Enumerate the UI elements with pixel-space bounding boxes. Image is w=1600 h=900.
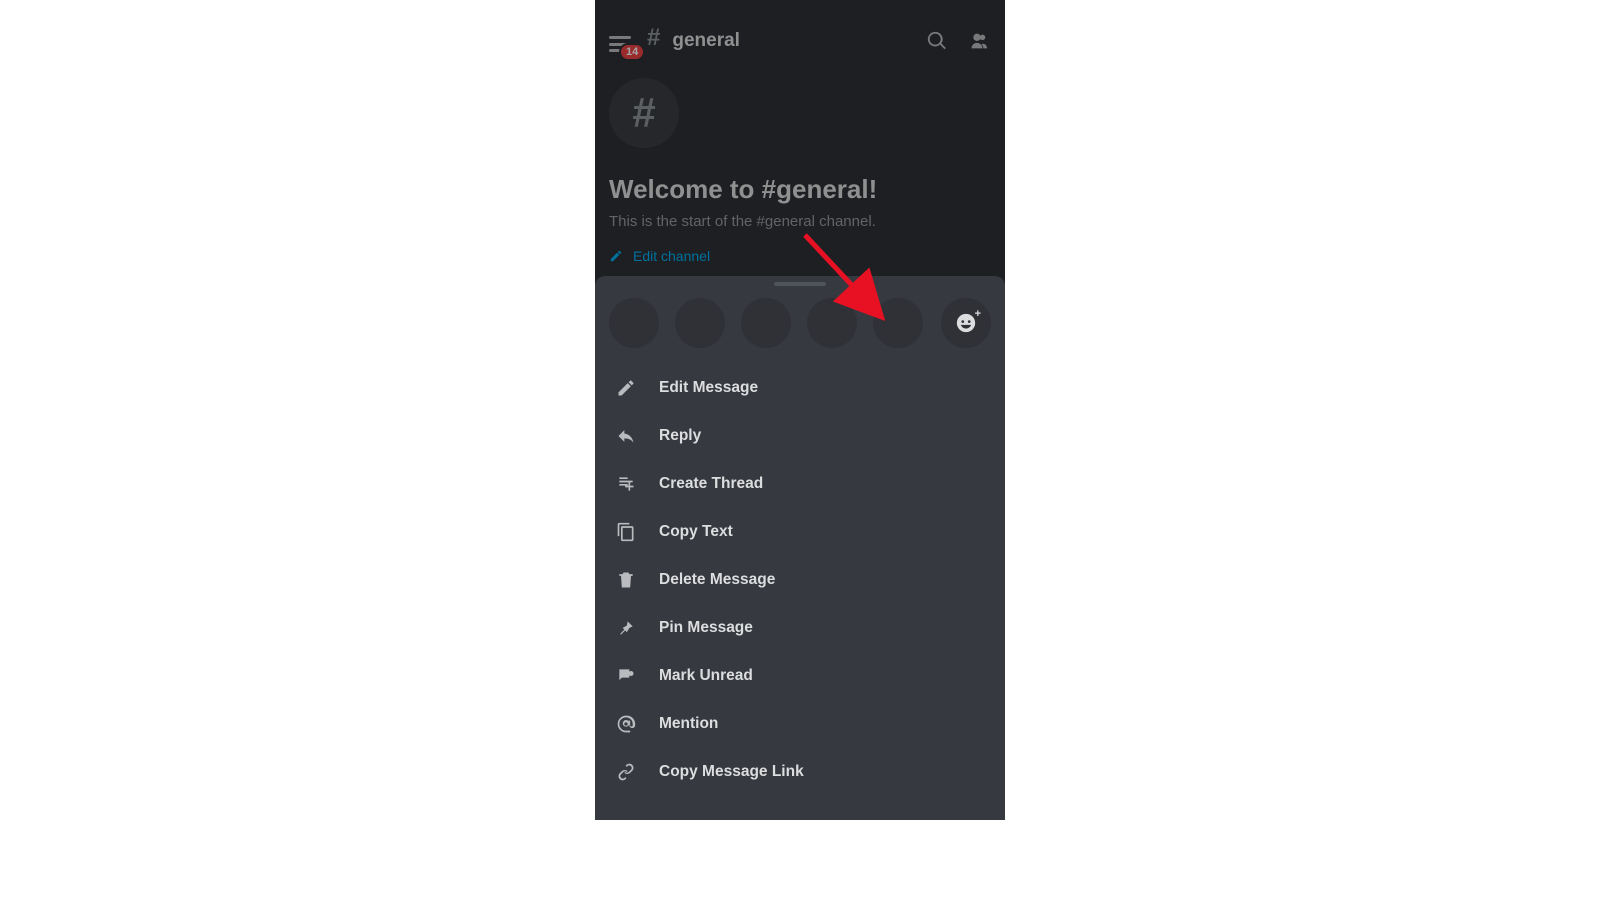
channel-hash-avatar: # [609,78,679,148]
reaction-slot[interactable] [873,298,923,348]
message-context-sheet: + Edit Message Reply Create Thread Copy Tex… [595,276,1005,820]
menu-item-copy-link[interactable]: Copy Message Link [595,748,1005,796]
context-menu-list: Edit Message Reply Create Thread Copy Text D… [595,364,1005,796]
menu-item-label: Create Thread [659,475,763,493]
channel-title[interactable]: general [672,30,911,52]
menu-item-delete-message[interactable]: Delete Message [595,556,1005,604]
menu-item-label: Pin Message [659,619,753,637]
edit-message-icon [615,378,637,398]
add-reaction-button[interactable]: + [941,298,991,348]
menu-item-label: Mention [659,715,718,733]
menu-item-mention[interactable]: Mention [595,700,1005,748]
pencil-icon [609,249,623,263]
notification-badge: 14 [619,43,645,61]
search-icon[interactable] [923,30,951,52]
menu-item-label: Edit Message [659,379,758,397]
menu-item-pin-message[interactable]: Pin Message [595,604,1005,652]
plus-icon: + [975,308,981,320]
welcome-title: Welcome to #general! [609,174,991,205]
quick-reactions-row: + [595,298,1005,364]
reaction-slot[interactable] [807,298,857,348]
sheet-drag-handle[interactable] [774,282,826,286]
delete-message-icon [615,570,637,590]
menu-item-label: Reply [659,427,701,445]
copy-text-icon [615,522,637,542]
create-thread-icon [615,474,637,494]
welcome-subtitle: This is the start of the #general channe… [609,213,991,230]
menu-item-create-thread[interactable]: Create Thread [595,460,1005,508]
app-screen: 14 # general # Welcome to #general! This… [595,0,1005,820]
members-icon[interactable] [963,30,991,52]
menu-item-label: Mark Unread [659,667,753,685]
mention-icon [615,714,637,734]
reaction-slot[interactable] [675,298,725,348]
reaction-slot[interactable] [741,298,791,348]
reply-icon [615,426,637,446]
edit-channel-link[interactable]: Edit channel [609,248,710,264]
menu-item-label: Delete Message [659,571,775,589]
menu-item-label: Copy Message Link [659,763,804,781]
pin-message-icon [615,618,637,638]
reaction-slot[interactable] [609,298,659,348]
menu-button[interactable]: 14 [609,36,631,52]
menu-item-edit-message[interactable]: Edit Message [595,364,1005,412]
menu-item-copy-text[interactable]: Copy Text [595,508,1005,556]
menu-item-reply[interactable]: Reply [595,412,1005,460]
edit-channel-label: Edit channel [633,248,710,264]
mark-unread-icon [615,666,637,686]
copy-link-icon [615,762,637,782]
channel-welcome: # Welcome to #general! This is the start… [595,64,1005,286]
hash-icon: # [647,24,660,52]
menu-item-mark-unread[interactable]: Mark Unread [595,652,1005,700]
menu-item-label: Copy Text [659,523,733,541]
channel-header: 14 # general [595,0,1005,64]
